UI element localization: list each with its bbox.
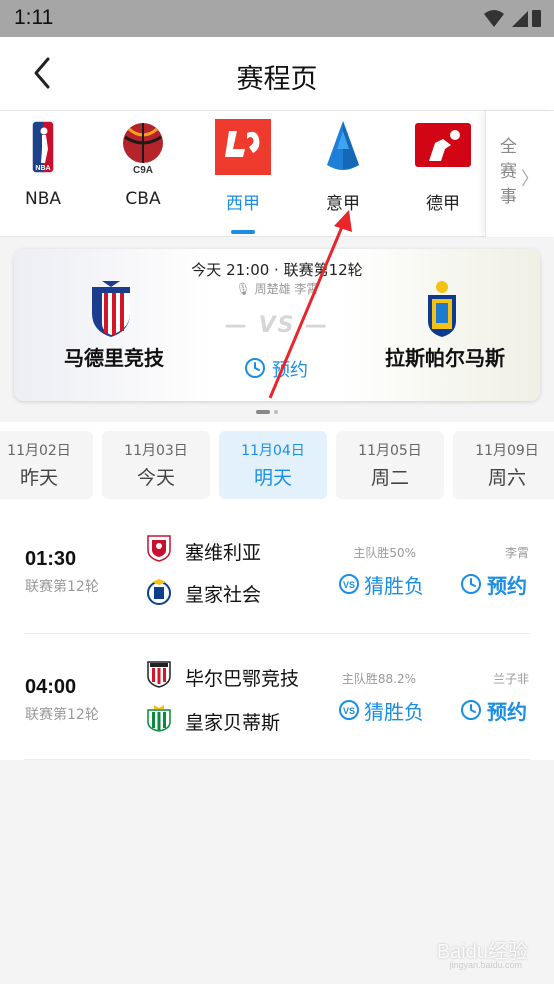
reserve-label: 预约 <box>487 574 527 598</box>
reserve-label: 预约 <box>272 360 308 381</box>
status-bar: 1:11 <box>0 0 554 37</box>
vs-icon: VS <box>339 700 359 720</box>
away-team-name: 皇家贝蒂斯 <box>185 712 281 734</box>
clock-icon <box>461 574 481 594</box>
reserve-button[interactable]: 预约 <box>460 570 540 598</box>
league-tab-laliga[interactable]: 西甲 <box>193 111 293 237</box>
league-tab-serie-a[interactable]: 意甲 <box>293 111 393 237</box>
clock-icon <box>245 358 265 378</box>
status-icons <box>484 10 541 27</box>
signal-icon <box>512 11 528 27</box>
clock-icon <box>461 700 481 720</box>
wifi-icon <box>484 10 504 27</box>
vs-icon: VS <box>339 574 359 594</box>
league-tab-bundesliga[interactable]: 德甲 <box>393 111 493 237</box>
featured-home-team: 马德里竞技 <box>64 346 164 370</box>
win-probability: 主队胜50% <box>353 546 416 560</box>
real-betis-crest-icon <box>147 705 171 732</box>
nba-logo-icon: NBA <box>31 120 55 174</box>
featured-reserve-button[interactable]: 预约 <box>242 354 332 382</box>
league-name: 德甲 <box>426 194 460 214</box>
athletic-bilbao-crest-icon <box>147 661 171 688</box>
league-name: 意甲 <box>326 194 360 214</box>
bundesliga-logo-icon <box>415 123 471 167</box>
svg-text:C9A: C9A <box>133 165 153 175</box>
guess-result-button[interactable]: VS 猜胜负 <box>338 696 438 724</box>
serie-a-logo-icon <box>327 121 359 170</box>
match-round: 联赛第12轮 <box>25 579 99 595</box>
featured-match-time: 今天 21:00 · 联赛第12轮 <box>191 261 363 279</box>
match-row[interactable]: 01:30 联赛第12轮 塞维利亚 皇家社会 主队胜50% VS 猜胜负 李霄 <box>0 508 554 634</box>
carousel-page-indicator <box>256 410 278 414</box>
svg-text:VS: VS <box>343 706 355 716</box>
match-row[interactable]: 04:00 联赛第12轮 毕尔巴鄂竞技 皇家贝蒂斯 主队胜88.2% VS 猜胜… <box>0 634 554 760</box>
guess-result-label: 猜胜负 <box>364 574 424 598</box>
status-time: 1:11 <box>14 6 54 29</box>
date-tabs: 11月02日 昨天 11月03日 今天 11月04日 明天 11月05日 周二 … <box>0 422 554 508</box>
date-tab-tomorrow[interactable]: 11月04日 明天 <box>219 431 327 499</box>
atletico-madrid-crest-icon <box>92 281 130 337</box>
featured-away-team: 拉斯帕尔马斯 <box>385 346 505 370</box>
active-tab-indicator <box>231 230 255 234</box>
match-list: 01:30 联赛第12轮 塞维利亚 皇家社会 主队胜50% VS 猜胜负 李霄 <box>0 508 554 760</box>
laliga-logo-icon <box>215 119 271 175</box>
home-team-name: 塞维利亚 <box>185 542 262 564</box>
league-tab-cba[interactable]: C9A CBA <box>93 111 193 237</box>
featured-match-card[interactable]: 今天 21:00 · 联赛第12轮 🎙 周楚雄 李霄 — VS — 马德里竞技 … <box>14 249 540 401</box>
date-tab-tuesday[interactable]: 11月05日 周二 <box>336 431 444 499</box>
guess-result-button[interactable]: VS 猜胜负 <box>338 570 438 598</box>
date-tab-today[interactable]: 11月03日 今天 <box>102 431 210 499</box>
sevilla-crest-icon <box>147 535 171 562</box>
top-navbar: 赛程页 <box>0 37 554 111</box>
real-sociedad-crest-icon <box>147 579 171 605</box>
expert-name: 兰子非 <box>492 672 529 686</box>
row-divider <box>24 759 530 760</box>
svg-text:NBA: NBA <box>35 165 50 172</box>
league-tabs: NBA NBA C9A CBA 西甲 意甲 德甲 全 赛 事 〉 <box>0 111 554 237</box>
match-round: 联赛第12轮 <box>25 707 99 723</box>
league-tab-nba[interactable]: NBA NBA <box>0 111 93 237</box>
las-palmas-crest-icon <box>428 281 456 337</box>
league-name: CBA <box>125 189 161 209</box>
baidu-watermark-url: jingyan.baidu.com <box>449 960 522 970</box>
reserve-label: 预约 <box>487 700 527 724</box>
win-probability: 主队胜88.2% <box>341 672 416 686</box>
microphone-icon: 🎙 <box>235 282 251 296</box>
match-time: 01:30 <box>25 548 77 570</box>
chevron-right-icon: 〉 <box>521 169 539 190</box>
cba-logo-icon: C9A <box>123 123 163 175</box>
date-tab-saturday[interactable]: 11月09日 周六 <box>453 431 554 499</box>
date-tab-yesterday[interactable]: 11月02日 昨天 <box>0 431 93 499</box>
league-name: NBA <box>24 189 61 209</box>
reserve-button[interactable]: 预约 <box>460 696 540 724</box>
expert-name: 李霄 <box>504 546 529 560</box>
match-time: 04:00 <box>25 676 77 698</box>
away-team-name: 皇家社会 <box>185 584 262 606</box>
svg-text:VS: VS <box>343 580 355 590</box>
all-events-button[interactable]: 全 赛 事 〉 <box>485 111 554 237</box>
league-name: 西甲 <box>226 194 260 214</box>
all-events-label: 全 赛 事 <box>500 137 517 207</box>
page-title: 赛程页 <box>236 64 318 95</box>
home-team-name: 毕尔巴鄂竞技 <box>185 668 300 690</box>
battery-icon <box>532 10 541 27</box>
guess-result-label: 猜胜负 <box>364 700 424 724</box>
featured-section: 今天 21:00 · 联赛第12轮 🎙 周楚雄 李霄 — VS — 马德里竞技 … <box>0 238 554 422</box>
